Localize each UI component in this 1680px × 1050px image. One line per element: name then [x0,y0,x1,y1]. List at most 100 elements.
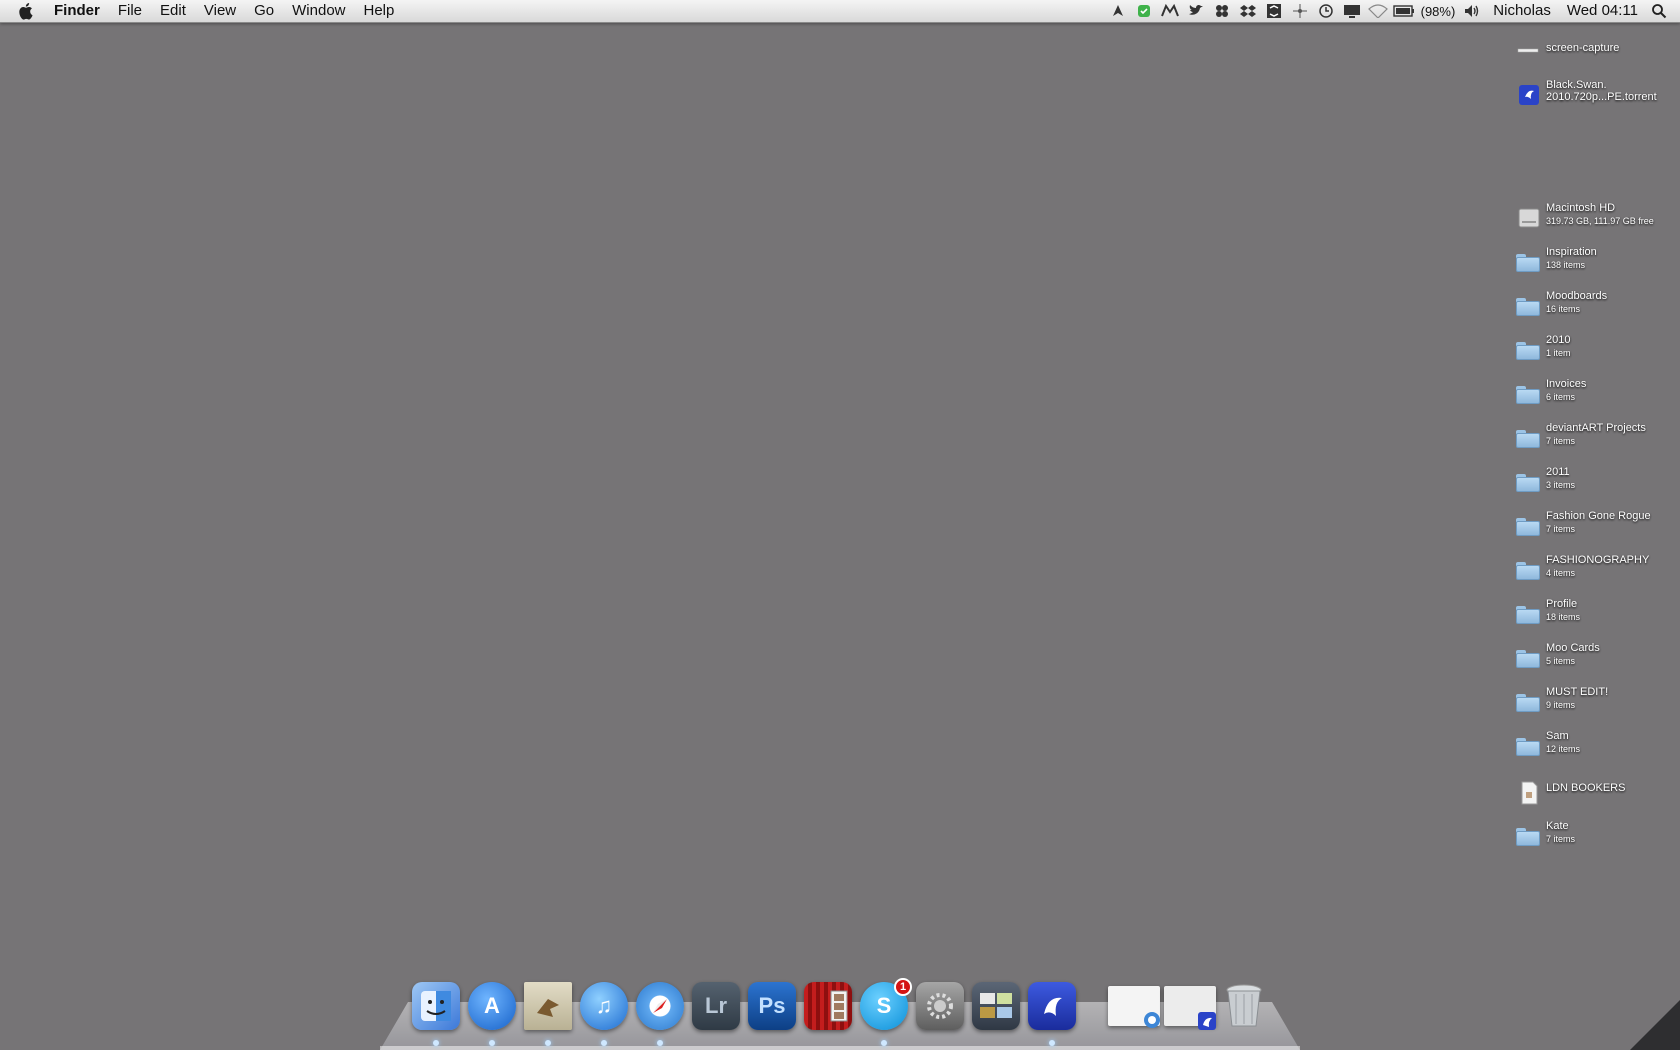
desktop-item-folder[interactable]: 2010 1 item [1512,334,1680,374]
folder-icon [1516,470,1546,494]
dock: A ♫ Lr Ps S 1 [380,978,1300,1050]
document-icon [1516,780,1546,805]
menu-view[interactable]: View [195,0,245,22]
desktop-item-label: LDN BOOKERS [1546,782,1626,794]
dropbox-icon[interactable] [1235,0,1261,22]
app-menu-finder[interactable]: Finder [54,0,109,22]
running-indicator [1049,1040,1055,1046]
skype-icon[interactable]: S 1 [860,978,912,1030]
desktop-item-info: 9 items [1546,700,1576,710]
mission-control-icon[interactable] [972,982,1020,1030]
desktop-item-info: 18 items [1546,612,1581,622]
folder-icon [1516,734,1546,758]
desktop-item-folder[interactable]: Inspiration 138 items [1512,246,1680,286]
minimized-torrent-window-icon[interactable] [1164,986,1216,1030]
photo-booth-icon[interactable] [804,982,852,1030]
screen-capture-icon [1516,40,1546,64]
folder-icon [1516,690,1546,714]
desktop-item-folder[interactable]: Profile 18 items [1512,598,1680,638]
mail-icon[interactable] [524,982,572,1030]
dock-edge [380,1046,1300,1050]
desktop-item-folder[interactable]: Fashion Gone Rogue 7 items [1512,510,1680,550]
menu-edit[interactable]: Edit [151,0,195,22]
torrent-file-icon [1516,83,1546,107]
battery-icon[interactable] [1391,0,1417,22]
desktop-item-folder[interactable]: Moodboards 16 items [1512,290,1680,330]
folder-icon [1516,646,1546,670]
cloud-app-icon[interactable] [1209,0,1235,22]
folder-icon [1516,294,1546,318]
safari-icon[interactable] [636,982,684,1030]
desktop-item-macintosh-hd[interactable]: Macintosh HD 319.73 GB, 111.97 GB free [1512,202,1680,242]
clock[interactable]: Wed 04:11 [1559,0,1646,22]
running-indicator [489,1040,495,1046]
desktop-item-label: Sam [1546,730,1569,742]
system-preferences-icon[interactable] [916,982,964,1030]
running-indicator [601,1040,607,1046]
desktop-item-label: Inspiration [1546,246,1597,258]
desktop-item-folder[interactable]: 2011 3 items [1512,466,1680,506]
desktop-item-info: 3 items [1546,480,1576,490]
lightroom-glyph: Lr [705,993,727,1018]
desktop-item-label: screen-capture [1546,42,1620,54]
display-icon[interactable] [1339,0,1365,22]
running-indicator [657,1040,663,1046]
lightroom-icon[interactable]: Lr [692,982,740,1030]
minimized-safari-window-icon[interactable] [1108,986,1160,1028]
finder-icon[interactable] [412,982,460,1030]
desktop-item-screen-capture[interactable]: screen-capture [1512,36,1680,76]
desktop-item-info: 4 items [1546,568,1576,578]
menu-go[interactable]: Go [245,0,283,22]
desktop-item-folder[interactable]: deviantART Projects 7 items [1512,422,1680,462]
twitter-bird-icon[interactable] [1183,0,1209,22]
desktop-item-info: 138 items [1546,260,1586,270]
notification-badge: 1 [894,978,912,996]
itunes-glyph: ♫ [595,993,613,1018]
running-indicator [881,1040,887,1046]
running-indicator [433,1040,439,1046]
desktop-item-label: Profile [1546,598,1578,610]
desktop-item-folder[interactable]: FASHIONOGRAPHY 4 items [1512,554,1680,594]
caffeine-icon[interactable] [1261,0,1287,22]
desktop-item-label: MUST EDIT! [1546,686,1609,698]
itunes-icon[interactable]: ♫ [580,982,628,1030]
app-store-icon[interactable]: A [468,982,516,1030]
desktop-item-label: Macintosh HD [1546,202,1616,214]
desktop-item-folder[interactable]: Sam 12 items [1512,730,1680,770]
desktop-corner [1630,1000,1680,1050]
volume-icon[interactable] [1459,0,1485,22]
desktop-item-folder[interactable]: Invoices 6 items [1512,378,1680,418]
desktop-item-info: 7 items [1546,436,1576,446]
trash-icon[interactable] [1220,982,1268,1030]
desktop-item-info: 5 items [1546,656,1576,666]
desktop-item-folder[interactable]: Moo Cards 5 items [1512,642,1680,682]
folder-icon [1516,382,1546,406]
desktop-item-folder[interactable]: MUST EDIT! 9 items [1512,686,1680,726]
transmission-icon[interactable] [1028,982,1076,1030]
photoshop-icon[interactable]: Ps [748,982,796,1030]
desktop-item-label: Fashion Gone Rogue [1546,510,1651,522]
folder-icon [1516,602,1546,626]
menu-file[interactable]: File [109,0,151,22]
menu-window[interactable]: Window [283,0,354,22]
desktop-item-label: FASHIONOGRAPHY [1546,554,1650,566]
menu-help[interactable]: Help [355,0,404,22]
spotlight-search-icon[interactable] [1646,0,1672,22]
desktop-item-label: Kate [1546,820,1569,832]
user-name[interactable]: Nicholas [1485,0,1559,22]
desktop-item-label: Moo Cards [1546,642,1600,654]
skype-glyph: S [876,993,892,1018]
desktop-item-torrent[interactable]: Black.Swan. 2010.720p...PE.torrent [1512,79,1680,119]
wifi-icon[interactable] [1365,0,1391,22]
bluetooth-like-icon[interactable] [1157,0,1183,22]
desktop-item-info: 7 items [1546,834,1576,844]
folder-icon [1516,558,1546,582]
desktop-item-folder[interactable]: Kate 7 items [1512,820,1680,860]
activity-icon[interactable] [1287,0,1313,22]
evernote-icon[interactable] [1131,0,1157,22]
desktop-item-document[interactable]: LDN BOOKERS [1512,776,1680,816]
growl-icon[interactable] [1105,0,1131,22]
apple-menu-icon[interactable] [0,0,54,22]
timemachine-icon[interactable] [1313,0,1339,22]
battery-percentage: (98%) [1420,3,1456,19]
